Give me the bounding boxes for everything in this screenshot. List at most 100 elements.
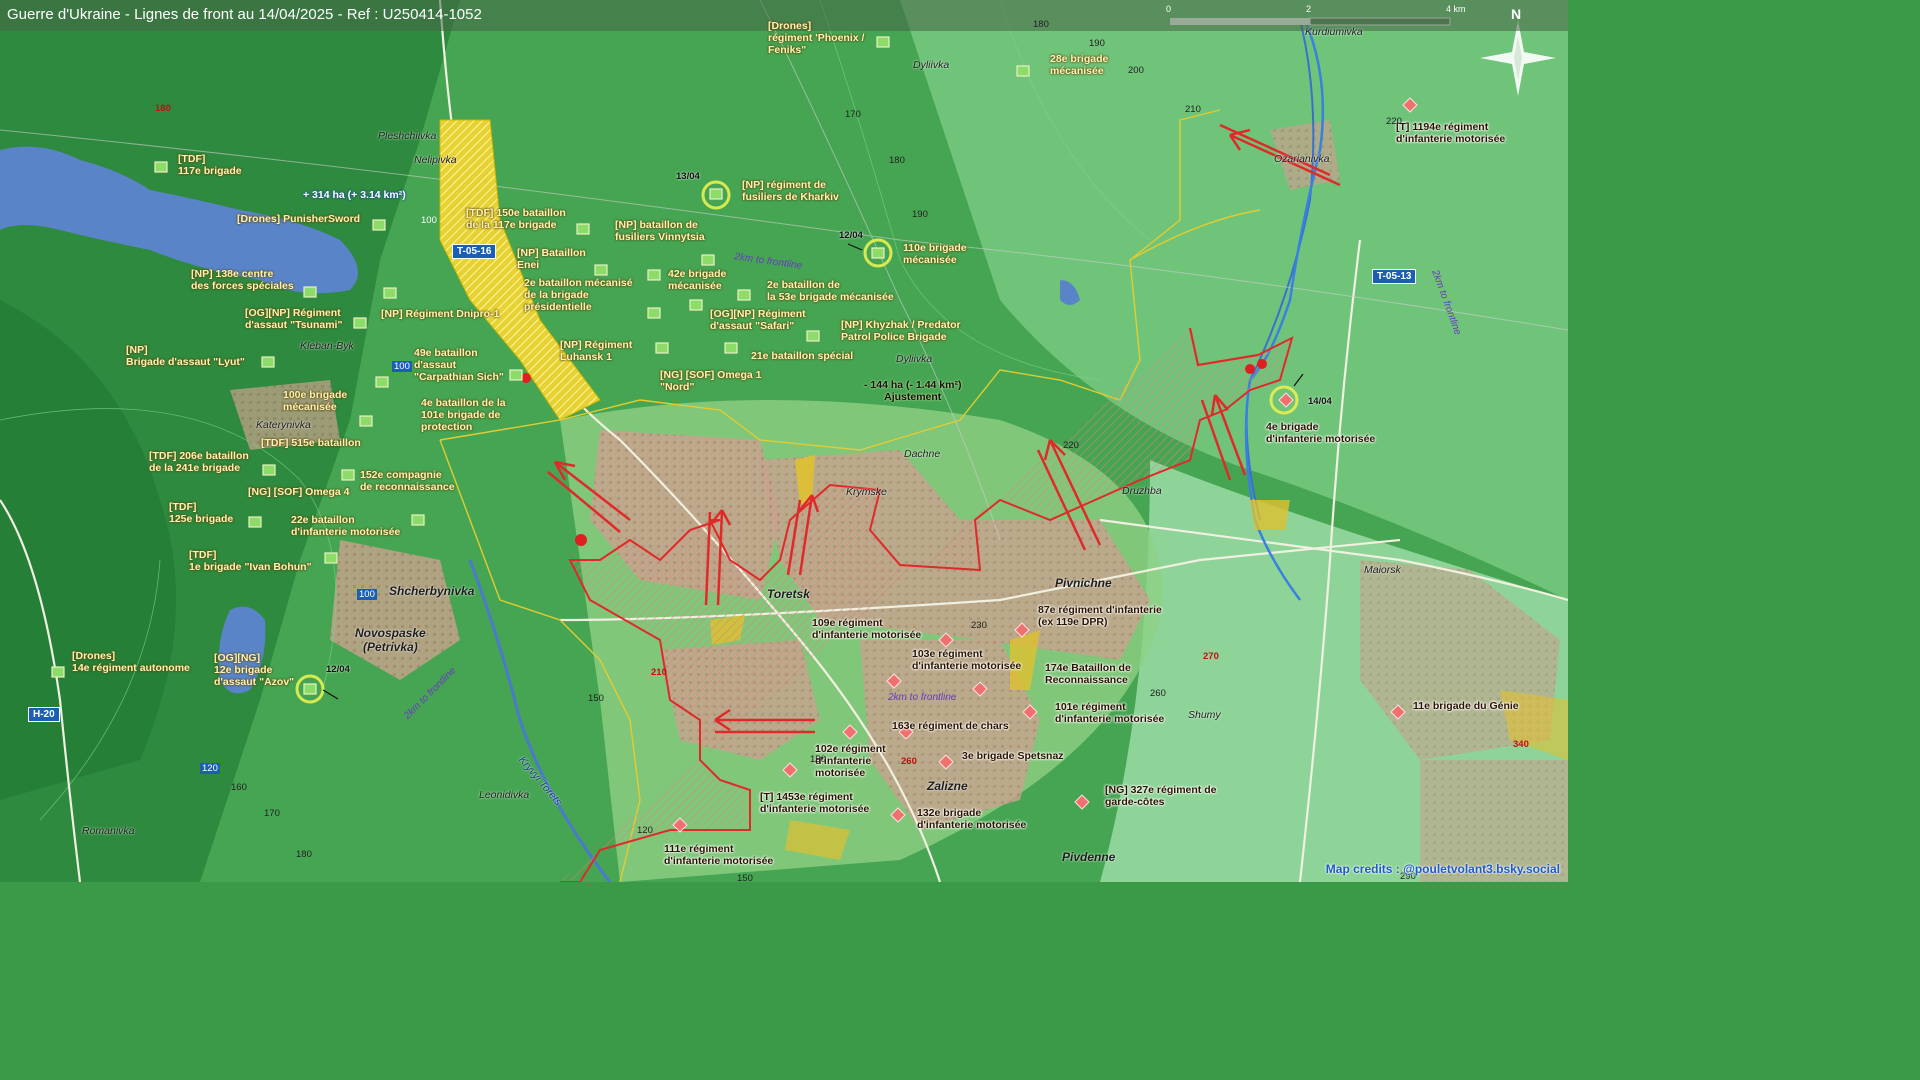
town-label: Dachne	[904, 448, 941, 460]
area-gain-note: + 314 ha (+ 3.14 km²)	[303, 189, 406, 201]
area-adjustment-note: - 144 ha (- 1.44 km²) Ajustement	[864, 379, 962, 403]
ukr-unit-label[interactable]: 42e brigade mécanisée	[668, 268, 726, 292]
elevation-label: 190	[1089, 38, 1105, 49]
elevation-label: 230	[971, 620, 987, 631]
town-label: Dyliivka	[896, 353, 933, 365]
town-label: Katerynivka	[256, 419, 311, 431]
road-badge: H-20	[28, 707, 60, 722]
ukr-unit-label[interactable]: [Drones] régiment 'Phoenix / Feniks"	[768, 20, 864, 56]
town-label: Dyliivka	[913, 59, 950, 71]
ukr-unit-label[interactable]: [Drones] 14e régiment autonome	[72, 650, 190, 674]
ukr-unit-label[interactable]: 2e bataillon mécanisé de la brigade prés…	[524, 277, 633, 313]
ukr-unit-label[interactable]: [TDF] 206e bataillon de la 241e brigade	[149, 450, 249, 474]
elevation-label: 340	[1513, 739, 1529, 750]
ukr-unit-label[interactable]: 49e bataillon d'assaut "Carpathian Sich"	[414, 347, 504, 383]
town-label: Ozarianivka	[1274, 153, 1330, 165]
elevation-label: 150	[588, 693, 604, 704]
ukr-unit-label[interactable]: [TDF] 515e bataillon	[261, 437, 361, 449]
ukr-unit-label[interactable]: [Drones] PunisherSword	[237, 213, 360, 225]
ukr-unit-label[interactable]: [OG][NG] 12e brigade d'assaut "Azov"	[214, 652, 294, 688]
elevation-label: 200	[1128, 65, 1144, 76]
ukr-unit-label[interactable]: [TDF] 117e brigade	[178, 153, 242, 177]
date-label: 13/04	[676, 171, 700, 182]
ukr-unit-label[interactable]: [TDF] 1e brigade "Ivan Bohun"	[189, 549, 312, 573]
ukr-unit-label[interactable]: 152e compagnie de reconnaissance	[360, 469, 455, 493]
ru-unit-label[interactable]: [NG] 327e régiment de garde-côtes	[1105, 784, 1216, 808]
ukr-unit-label[interactable]: [NP] Régiment Luhansk 1	[560, 339, 632, 363]
town-label: Nelipivka	[414, 154, 457, 166]
elevation-label: 190	[912, 209, 928, 220]
town-label: Shumy	[1188, 709, 1221, 721]
town-label: Druzhba	[1122, 485, 1162, 497]
elevation-label: 220	[1063, 440, 1079, 451]
map-credits: Map credits : @pouletvolant3.bsky.social	[1325, 862, 1560, 876]
elevation-label: 270	[1203, 651, 1219, 662]
town-label: Maiorsk	[1364, 564, 1401, 576]
town-label: Romanivka	[82, 825, 135, 837]
ukr-unit-label[interactable]: [NP] Régiment Dnipro-1	[381, 308, 499, 320]
ukr-unit-label[interactable]: [OG][NP] Régiment d'assaut "Tsunami"	[245, 307, 342, 331]
elevation-label: 180	[889, 155, 905, 166]
town-label: Novospaske (Petrivka)	[355, 626, 426, 654]
elevation-label: 100	[357, 589, 377, 600]
ukr-unit-label[interactable]: [NP] 138e centre des forces spéciales	[191, 268, 294, 292]
date-label: 12/04	[839, 230, 863, 241]
ru-unit-label[interactable]: 3e brigade Spetsnaz	[962, 750, 1064, 762]
ukr-unit-label[interactable]: [NP] Bataillon Enei	[517, 247, 586, 271]
scale-label-2: 2	[1306, 4, 1312, 14]
ukr-unit-label[interactable]: 21e bataillon spécial	[751, 350, 853, 362]
ukr-unit-label[interactable]: [TDF] 125e brigade	[169, 501, 233, 525]
ru-unit-label[interactable]: 174e Bataillon de Reconnaissance	[1045, 662, 1131, 686]
town-label: Zalizne	[927, 779, 968, 793]
elevation-label: 160	[231, 782, 247, 793]
ukr-unit-label[interactable]: 22e bataillon d'infanterie motorisée	[291, 514, 400, 538]
ru-unit-label[interactable]: [T] 1194e régiment d'infanterie motorisé…	[1396, 121, 1505, 145]
ukr-unit-label[interactable]: 28e brigade mécanisée	[1050, 53, 1108, 77]
ru-unit-label[interactable]: 111e régiment d'infanterie motorisée	[664, 843, 773, 867]
elevation-label: 180	[155, 103, 171, 114]
ukr-unit-label[interactable]: 4e bataillon de la 101e brigade de prote…	[421, 397, 506, 433]
frontline-distance-note: 2km to frontline	[888, 692, 957, 703]
elevation-label: 260	[1150, 688, 1166, 699]
ukr-unit-label[interactable]: [NP] bataillon de fusiliers Vinnytsia	[615, 219, 705, 243]
town-label: Krymske	[846, 486, 887, 498]
ru-unit-label[interactable]: 109e régiment d'infanterie motorisée	[812, 617, 921, 641]
town-label: Leonidivka	[479, 789, 530, 801]
ukr-unit-label[interactable]: 2e bataillon de la 53e brigade mécanisée	[767, 279, 894, 303]
elevation-label: 100	[421, 215, 437, 226]
date-label: 12/04	[326, 664, 350, 675]
town-label: Kurdiumivka	[1305, 26, 1363, 38]
ukr-unit-label[interactable]: [NP] Khyzhak / Predator Patrol Police Br…	[841, 319, 961, 343]
ru-unit-label[interactable]: [T] 1453e régiment d'infanterie motorisé…	[760, 791, 869, 815]
ru-unit-label[interactable]: 163e régiment de chars	[892, 720, 1009, 732]
road-badge: T-05-16	[452, 244, 497, 259]
town-label: Toretsk	[767, 587, 810, 601]
elevation-label: 210	[651, 667, 667, 678]
elevation-label: 150	[737, 873, 753, 884]
elevation-label: 260	[901, 756, 917, 767]
ru-unit-label[interactable]: 4e brigade d'infanterie motorisée	[1266, 421, 1375, 445]
ukr-unit-label[interactable]: 100e brigade mécanisée	[283, 389, 347, 413]
north-label: N	[1511, 6, 1522, 22]
ukr-unit-label[interactable]: [NP] régiment de fusiliers de Kharkiv	[742, 179, 839, 203]
ru-unit-label[interactable]: 103e régiment d'infanterie motorisée	[912, 648, 1021, 672]
ru-unit-label[interactable]: 101e régiment d'infanterie motorisée	[1055, 701, 1164, 725]
elevation-label: 120	[200, 763, 220, 774]
ukr-unit-label[interactable]: 110e brigade mécanisée	[903, 242, 967, 266]
elevation-label: 180	[1033, 19, 1049, 30]
ru-unit-label[interactable]: 11e brigade du Génie	[1413, 700, 1519, 712]
elevation-label: 120	[637, 825, 653, 836]
elevation-label: 100	[392, 361, 412, 372]
ukr-unit-label[interactable]: [TDF] 150e bataillon de la 117e brigade	[466, 207, 566, 231]
elevation-label: 170	[845, 109, 861, 120]
road-badge: T-05-13	[1372, 269, 1417, 284]
ukr-unit-label[interactable]: [NG] [SOF] Omega 4	[248, 486, 350, 498]
ukr-unit-label[interactable]: [NP] Brigade d'assaut "Lyut"	[126, 344, 245, 368]
ukr-unit-label[interactable]: [OG][NP] Régiment d'assaut "Safari"	[710, 308, 806, 332]
town-label: Kleban-Byk	[300, 340, 354, 352]
date-label: 14/04	[1308, 396, 1332, 407]
ru-unit-label[interactable]: 132e brigade d'infanterie motorisée	[917, 807, 1026, 831]
ru-unit-label[interactable]: 87e régiment d'infanterie (ex 119e DPR)	[1038, 604, 1162, 628]
ukr-unit-label[interactable]: [NG] [SOF] Omega 1 "Nord"	[660, 369, 762, 393]
elevation-label: 150	[810, 754, 826, 765]
